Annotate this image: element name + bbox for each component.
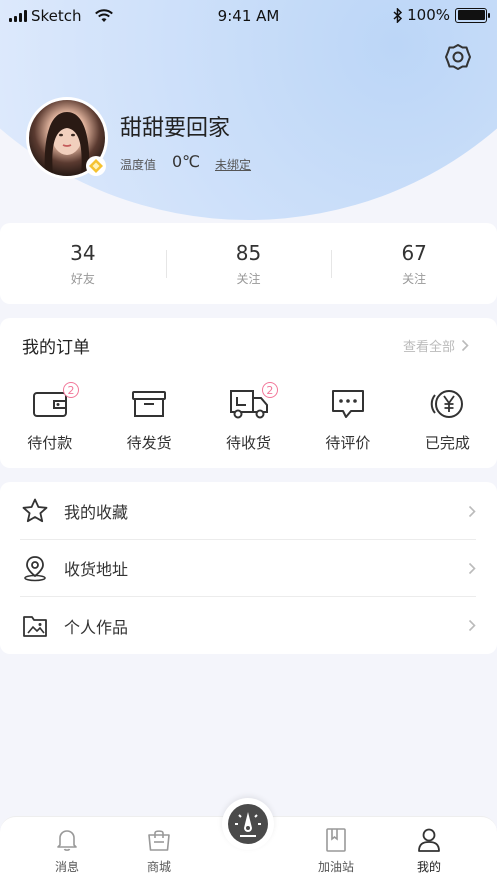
view-all-label: 查看全部	[402, 340, 455, 355]
stats-card: 34 好友 85 关注 67 关注	[0, 223, 497, 304]
order-label: 待付款	[27, 434, 73, 452]
menu-card: 我的收藏 收货地址 个人作品	[0, 482, 497, 654]
book-icon	[326, 828, 346, 852]
tab-label: 消息	[54, 860, 79, 874]
order-label: 待评价	[325, 434, 371, 452]
wallet-icon	[32, 392, 67, 417]
stat-label: 关注	[236, 272, 261, 286]
order-badge: 2	[261, 382, 278, 398]
chevron-right-icon	[461, 339, 469, 352]
stat-value: 34	[70, 241, 96, 265]
gear-icon	[445, 44, 471, 70]
order-label: 待发货	[126, 434, 172, 452]
stat-following-2[interactable]: 67 关注	[331, 240, 497, 287]
comment-icon	[331, 390, 364, 418]
menu-item-favorites[interactable]: 我的收藏	[20, 483, 476, 540]
menu-item-works[interactable]: 个人作品	[20, 597, 476, 654]
tab-mall[interactable]: 商城	[129, 827, 189, 875]
orders-card: 我的订单 查看全部 2 待付款 待发货 2 待收货 待评价 已完成	[0, 318, 497, 468]
temperature-label: 温度值	[120, 158, 157, 172]
location-pin-icon	[24, 556, 46, 582]
temperature-value: 0℃	[172, 152, 201, 171]
compass-icon	[228, 804, 268, 844]
yen-coin-icon	[431, 390, 464, 418]
order-label: 已完成	[424, 434, 470, 452]
order-pending-payment[interactable]: 2 待付款	[0, 382, 99, 453]
tab-label: 商城	[146, 860, 171, 874]
menu-label: 个人作品	[64, 617, 129, 637]
chevron-right-icon	[468, 505, 476, 517]
photo-folder-icon	[23, 615, 47, 637]
order-completed[interactable]: 已完成	[398, 386, 497, 453]
stat-value: 85	[235, 241, 262, 265]
user-icon	[418, 828, 440, 852]
chevron-right-icon	[468, 619, 476, 632]
stat-friends[interactable]: 34 好友	[0, 240, 166, 287]
chevron-right-icon	[468, 562, 476, 574]
diamond-icon	[89, 159, 103, 173]
stat-label: 关注	[402, 272, 427, 286]
stat-value: 67	[401, 241, 427, 265]
username: 甜甜要回家	[120, 116, 231, 141]
view-all-orders-link[interactable]: 查看全部	[403, 336, 469, 355]
battery-icon	[455, 7, 490, 23]
orders-title: 我的订单	[22, 338, 90, 358]
bluetooth-icon	[393, 7, 403, 23]
order-status-row: 2 待付款 待发货 2 待收货 待评价 已完成	[0, 382, 497, 453]
stat-following[interactable]: 85 关注	[165, 240, 332, 287]
package-box-icon	[132, 391, 167, 417]
tab-messages[interactable]: 消息	[37, 827, 97, 875]
center-action-button[interactable]	[222, 798, 274, 850]
unbound-link[interactable]: 未绑定	[215, 156, 251, 173]
status-right: 100%	[393, 6, 490, 24]
order-pending-shipment[interactable]: 待发货	[99, 386, 198, 453]
order-badge: 2	[63, 382, 79, 398]
status-bar: Sketch 9:41 AM 100%	[0, 0, 497, 32]
settings-button[interactable]	[443, 42, 473, 72]
tab-label: 我的	[416, 860, 441, 874]
star-icon	[22, 498, 48, 523]
tab-mine[interactable]: 我的	[399, 827, 459, 875]
shopping-bag-icon	[148, 830, 170, 851]
menu-label: 我的收藏	[64, 503, 129, 522]
battery-percent: 100%	[407, 6, 450, 24]
order-pending-review[interactable]: 待评价	[298, 386, 397, 453]
bell-icon	[57, 830, 77, 851]
stat-label: 好友	[70, 272, 95, 286]
tab-label: 加油站	[317, 860, 354, 874]
menu-label: 收货地址	[64, 560, 129, 579]
menu-item-address[interactable]: 收货地址	[20, 540, 476, 597]
order-label: 待收货	[226, 434, 272, 452]
tab-fuel-station[interactable]: 加油站	[306, 827, 366, 875]
order-pending-receipt[interactable]: 2 待收货	[199, 382, 298, 453]
vip-badge	[86, 156, 106, 176]
